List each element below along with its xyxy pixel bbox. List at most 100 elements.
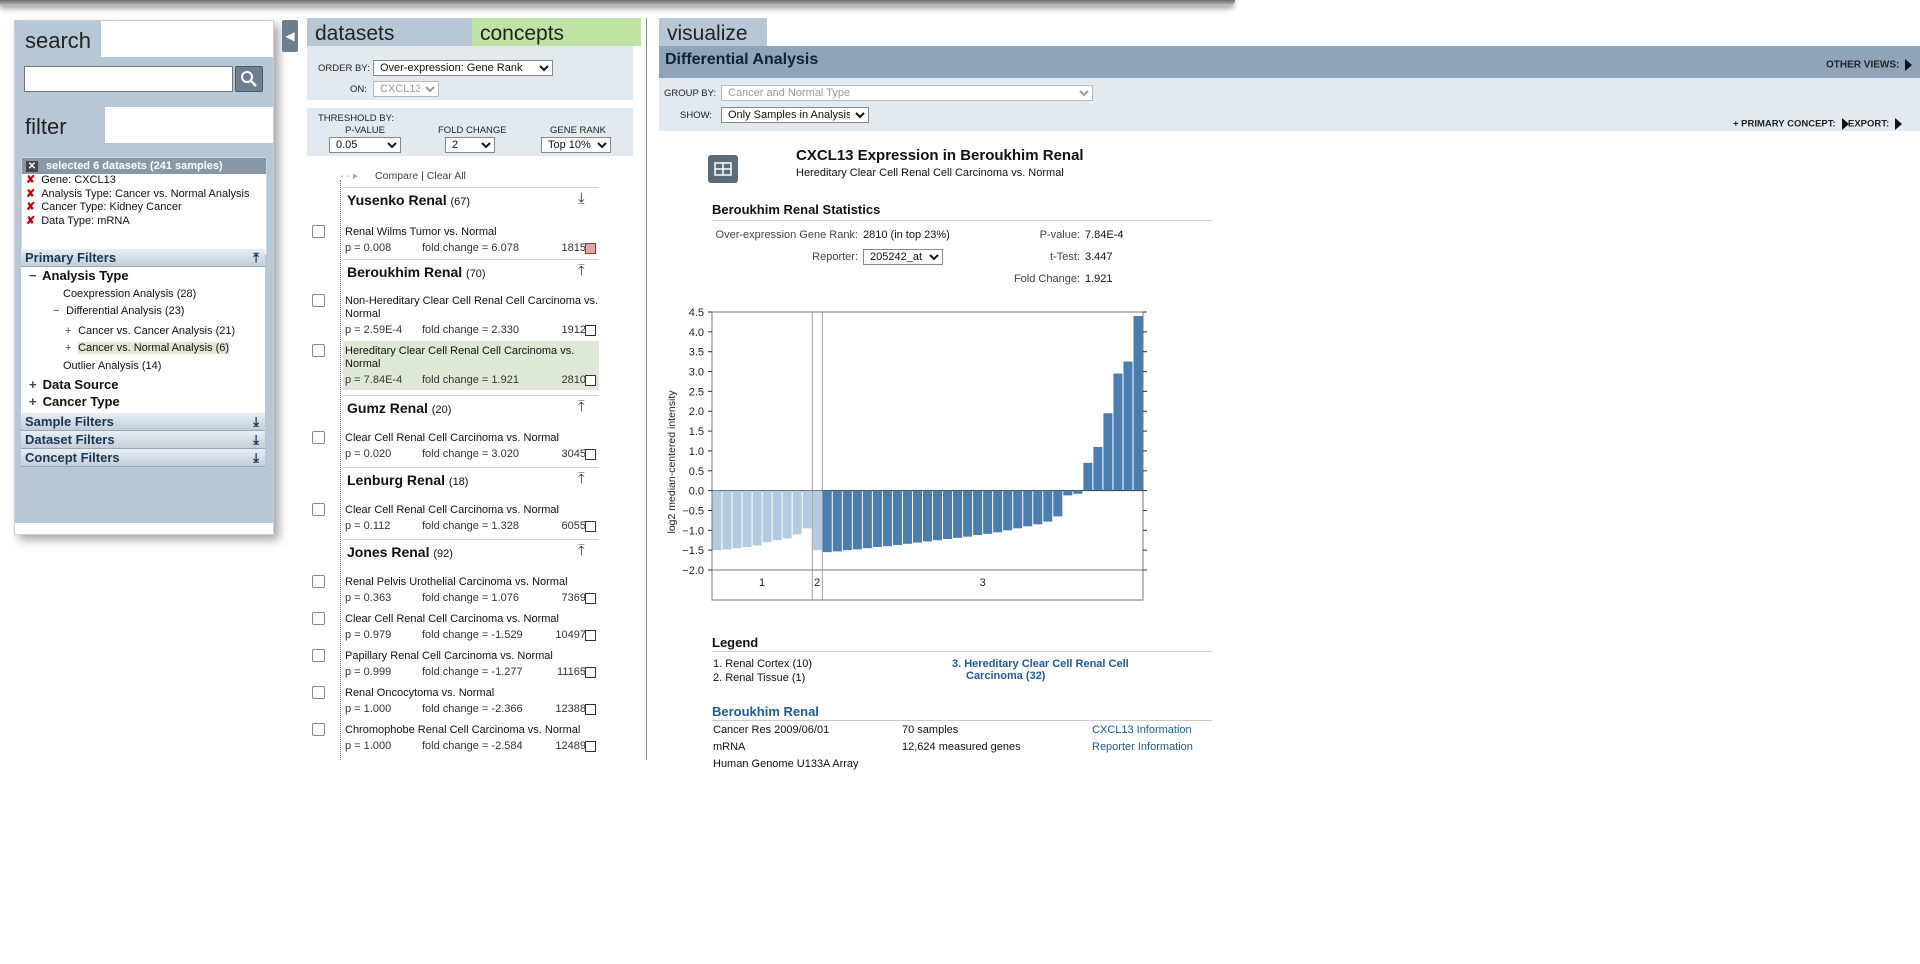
bar [742,490,752,547]
group-by-select[interactable]: Cancer and Normal Type [721,85,1093,101]
search-button[interactable] [235,66,263,92]
bar [1023,490,1033,527]
collapse-up-icon[interactable]: ⤒ [578,542,585,559]
bar [872,490,882,547]
order-by-select[interactable]: Over-expression: Gene Rank [373,60,553,76]
order-by-label: ORDER BY: [318,63,370,74]
expand-down-icon[interactable]: ⤓ [253,431,259,448]
dataset-filters[interactable]: Dataset Filters ⤓ [21,431,265,449]
expand-down-icon[interactable]: ⤓ [253,449,259,466]
bar [772,490,782,541]
bar [862,490,872,549]
tab-concepts[interactable]: concepts [472,18,641,46]
clear-selection-icon[interactable]: ✕ [26,160,38,172]
analysis-type-node[interactable]: − Analysis Type [29,268,129,283]
fold-label: Fold Change: [1013,273,1080,285]
dataset-group-header[interactable]: Lenburg Renal (18) [347,472,468,488]
collapse-up-icon[interactable]: ⤒ [578,470,585,487]
collapse-up-icon[interactable]: ⤒ [578,398,585,415]
dataset-title[interactable]: Hereditary Clear Cell Renal Cell Carcino… [345,345,599,371]
dataset-title[interactable]: Clear Cell Renal Cell Carcinoma vs. Norm… [345,504,599,517]
bar [1043,490,1053,522]
bar [762,490,772,543]
show-label: SHOW: [680,110,713,121]
coexpression-node[interactable]: Coexpression Analysis (28) [63,288,196,300]
concept-filters[interactable]: Concept Filters ⤓ [21,449,265,467]
magnifier-icon [241,71,257,87]
remove-filter-icon[interactable]: ✘ [26,215,35,229]
dataset-group-header[interactable]: Beroukhim Renal (70) [347,264,486,280]
dataset-checkbox[interactable] [312,503,325,516]
dataset-checkbox[interactable] [312,431,325,444]
dataset-checkbox[interactable] [312,723,325,736]
dataset-checkbox[interactable] [312,649,325,662]
on-label: ON: [350,84,367,95]
primary-filters-header[interactable]: Primary Filters ⤒ [21,249,265,267]
cancer-vs-cancer-node[interactable]: + Cancer vs. Cancer Analysis (21) [65,325,235,337]
reporter-select[interactable]: 205242_at [863,249,943,265]
reporter-info-link[interactable]: Reporter Information [1092,741,1193,753]
outlier-node[interactable]: Outlier Analysis (14) [63,360,161,372]
dataset-title[interactable]: Non-Hereditary Clear Cell Renal Cell Car… [345,295,599,321]
dataset-title[interactable]: Renal Wilms Tumor vs. Normal [345,226,599,239]
show-select[interactable]: Only Samples in Analysis [721,107,869,123]
viz-title: Differential Analysis [665,51,819,68]
chart-type-icon[interactable] [708,155,738,183]
dataset-group-header[interactable]: Jones Renal (92) [347,544,453,560]
dataset-checkbox[interactable] [312,225,325,238]
dataset-title[interactable]: Papillary Renal Cell Carcinoma vs. Norma… [345,650,599,663]
y-tick-label: 1.0 [689,446,704,458]
expand-down-icon[interactable]: ⤓ [253,413,259,430]
expand-down-icon[interactable]: ⤓ [578,190,585,207]
generank-select[interactable]: Top 10% [541,137,611,153]
cancer-vs-normal-node[interactable]: + Cancer vs. Normal Analysis (6) [65,342,230,354]
remove-filter-icon[interactable]: ✘ [26,174,35,188]
bar [943,490,953,540]
y-tick-label: 2.5 [689,386,704,398]
y-tick-label: −1.5 [682,545,704,557]
data-source-node[interactable]: + Data Source [29,377,119,392]
dataset-title[interactable]: Clear Cell Renal Cell Carcinoma vs. Norm… [345,613,599,626]
dataset-title[interactable]: Chromophobe Renal Cell Carcinoma vs. Nor… [345,724,599,737]
collapse-up-icon[interactable]: ⤒ [253,249,259,266]
search-tab[interactable]: search [15,21,102,57]
panel-divider [646,18,647,760]
other-views-button[interactable]: OTHER VIEWS: [1826,59,1913,71]
y-tick-label: −1.0 [682,525,704,537]
remove-filter-icon[interactable]: ✘ [26,188,35,202]
dataset-checkbox[interactable] [312,612,325,625]
dataset-title[interactable]: Renal Oncocytoma vs. Normal [345,687,599,700]
tab-visualize[interactable]: visualize [659,18,767,46]
dataset-checkbox[interactable] [312,344,325,357]
search-input[interactable] [24,66,233,92]
collapse-up-icon[interactable]: ⤒ [578,262,585,279]
selected-filter-row: ✘ Data Type: mRNA [26,214,130,229]
sample-filters[interactable]: Sample Filters ⤓ [21,413,265,431]
collapse-panel-button[interactable]: ◀ [282,20,298,52]
filter-tab[interactable]: filter [15,107,105,143]
dataset-group-header[interactable]: Gumz Renal (20) [347,400,451,416]
chart-subtitle: Hereditary Clear Cell Renal Cell Carcino… [796,167,1064,179]
group-divider [343,187,599,188]
foldchange-select[interactable]: 2 [445,137,495,153]
remove-filter-icon[interactable]: ✘ [26,201,35,215]
dataset-checkbox[interactable] [312,686,325,699]
dataset-checkbox[interactable] [312,575,325,588]
on-select[interactable]: CXCL13 [373,81,439,97]
dataset-title[interactable]: Clear Cell Renal Cell Carcinoma vs. Norm… [345,432,599,445]
tab-datasets[interactable]: datasets [307,18,474,46]
primary-concept-button[interactable]: + PRIMARY CONCEPT: [1733,118,1849,130]
dataset-checkbox[interactable] [312,294,325,307]
bar [1033,490,1043,525]
pvalue-select[interactable]: 0.05 [329,137,401,153]
differential-node[interactable]: − Differential Analysis (23) [53,305,184,317]
export-button[interactable]: EXPORT: [1848,118,1903,130]
dataset-group-header[interactable]: Yusenko Renal (67) [347,192,470,208]
gene-info-link[interactable]: CXCL13 Information [1092,724,1192,736]
dataset-title[interactable]: Renal Pelvis Urothelial Carcinoma vs. No… [345,576,599,589]
info-title[interactable]: Beroukhim Renal [712,704,819,719]
clear-all-link[interactable]: Clear All [427,170,466,182]
cancer-type-node[interactable]: + Cancer Type [29,394,120,409]
compare-link[interactable]: Compare [375,170,418,182]
selected-datasets-box: ✕ selected 6 datasets (241 samples) ✘ Gen… [21,157,267,255]
